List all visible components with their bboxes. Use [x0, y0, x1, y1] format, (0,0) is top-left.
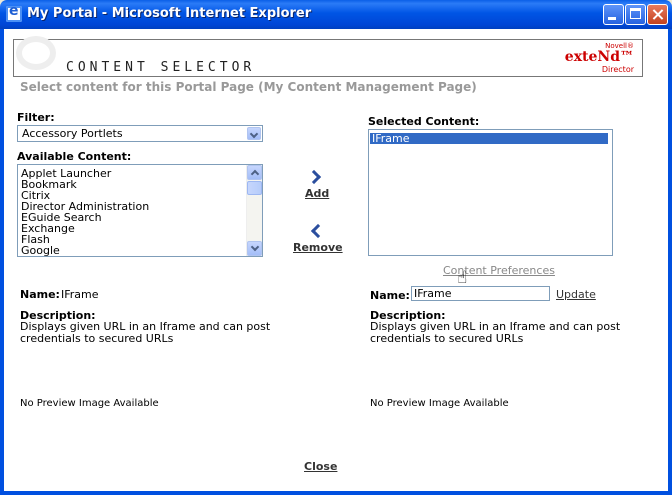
list-item-selected[interactable]: IFrame [370, 133, 608, 144]
left-description-text: Displays given URL in an Iframe and can … [20, 321, 280, 345]
right-preview-placeholder: No Preview Image Available [370, 398, 509, 409]
maximize-button[interactable] [625, 4, 646, 25]
internet-explorer-icon [6, 3, 22, 22]
left-name-value: IFrame [61, 288, 99, 301]
available-content-list[interactable]: Applet Launcher Bookmark Citrix Director… [17, 164, 263, 257]
filter-label: Filter: [17, 111, 55, 124]
selected-content-list[interactable]: IFrame [368, 129, 613, 256]
list-item[interactable]: Google [21, 245, 149, 256]
page-header: CONTENT SELECTOR Novell® exteNd™ Directo… [13, 36, 643, 77]
brand-product: Director [601, 65, 634, 74]
header-title: CONTENT SELECTOR [66, 60, 256, 75]
window-title-bar[interactable]: My Portal - Microsoft Internet Explorer [0, 0, 672, 29]
chevron-right-icon[interactable] [310, 170, 320, 184]
minimize-button[interactable] [603, 4, 624, 25]
left-name-label: Name: [20, 288, 60, 301]
chevron-left-icon[interactable] [310, 224, 320, 238]
scroll-up-icon[interactable] [247, 165, 262, 180]
scroll-down-icon[interactable] [247, 241, 262, 256]
left-preview-placeholder: No Preview Image Available [20, 398, 159, 409]
right-name-label: Name: [370, 289, 410, 302]
window-title: My Portal - Microsoft Internet Explorer [27, 6, 312, 21]
remove-button[interactable]: Remove [293, 241, 343, 254]
brand-logo: exteNd™ [564, 49, 634, 65]
gear-decoration-icon [16, 36, 56, 70]
page-subtitle: Select content for this Portal Page (My … [20, 80, 477, 94]
left-description-line: credentials to secured URLs [20, 332, 174, 345]
chevron-down-icon[interactable] [247, 127, 261, 140]
filter-select[interactable]: Accessory Portlets [17, 125, 263, 142]
close-window-button[interactable] [647, 4, 668, 25]
close-button[interactable]: Close [304, 460, 337, 473]
add-button[interactable]: Add [305, 187, 329, 200]
selected-content-label: Selected Content: [368, 115, 480, 128]
right-description-line: credentials to secured URLs [370, 332, 524, 345]
update-link[interactable]: Update [556, 288, 596, 301]
name-field[interactable] [411, 286, 550, 301]
scroll-thumb[interactable] [247, 181, 262, 195]
scrollbar[interactable] [246, 165, 262, 256]
available-content-label: Available Content: [17, 150, 132, 163]
filter-selected-value: Accessory Portlets [22, 127, 123, 140]
hand-cursor-icon: ☝ [457, 268, 468, 288]
right-description-text: Displays given URL in an Iframe and can … [370, 321, 630, 345]
page-content [4, 29, 668, 491]
